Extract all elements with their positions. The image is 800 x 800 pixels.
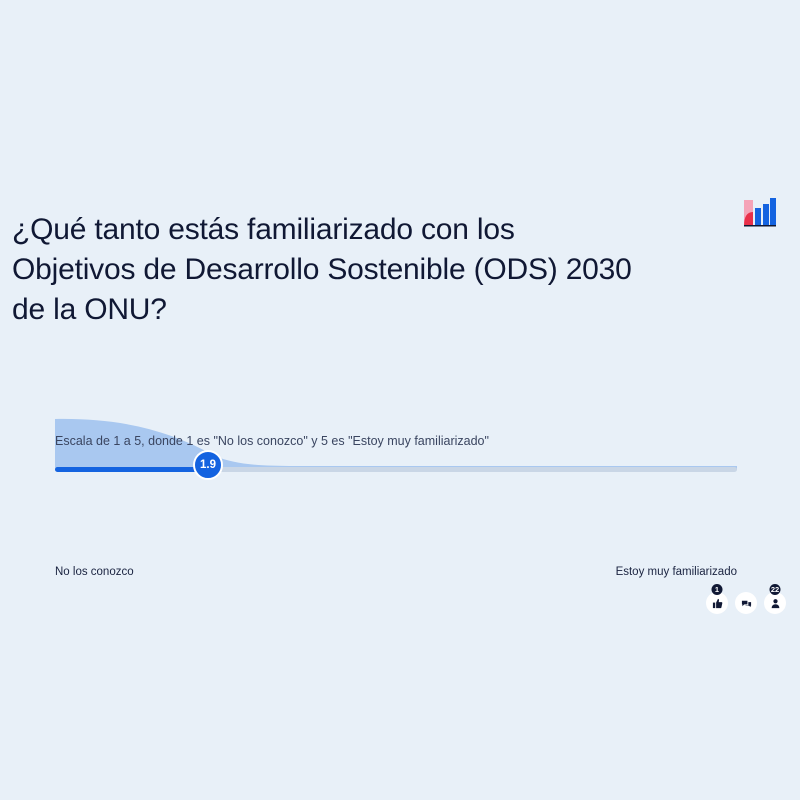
reactions-button[interactable]: 1: [706, 584, 728, 614]
question-line-2: Objetivos de Desarrollo Sostenible (ODS)…: [12, 253, 632, 286]
slider-track[interactable]: [55, 467, 737, 472]
thumbs-up-icon: [712, 598, 722, 608]
question-line-1: ¿Qué tanto estás familiarizado con los: [12, 213, 515, 246]
question-line-3: de la ONU?: [12, 293, 167, 326]
scale-slider: Escala de 1 a 5, donde 1 es "No los cono…: [55, 410, 737, 490]
slider-fill: [55, 467, 208, 472]
scale-max-label: Estoy muy familiarizado: [615, 566, 737, 578]
participants-badge: 22: [769, 584, 781, 595]
mentimeter-logo-icon: [744, 198, 776, 227]
question-title: ¿Qué tanto estás familiarizado con los O…: [12, 210, 732, 330]
questions-button[interactable]: [735, 592, 757, 614]
slider-value: 1.9: [200, 459, 216, 471]
person-icon: [771, 598, 779, 608]
reactions-badge: 1: [711, 584, 723, 595]
scale-min-label: No los conozco: [55, 566, 134, 578]
footer-actions: 1 22: [706, 584, 790, 618]
chat-icon: [741, 600, 751, 607]
scale-description: Escala de 1 a 5, donde 1 es "No los cono…: [55, 434, 489, 448]
participants-button[interactable]: 22: [764, 584, 786, 614]
slider-thumb[interactable]: 1.9: [193, 450, 223, 480]
